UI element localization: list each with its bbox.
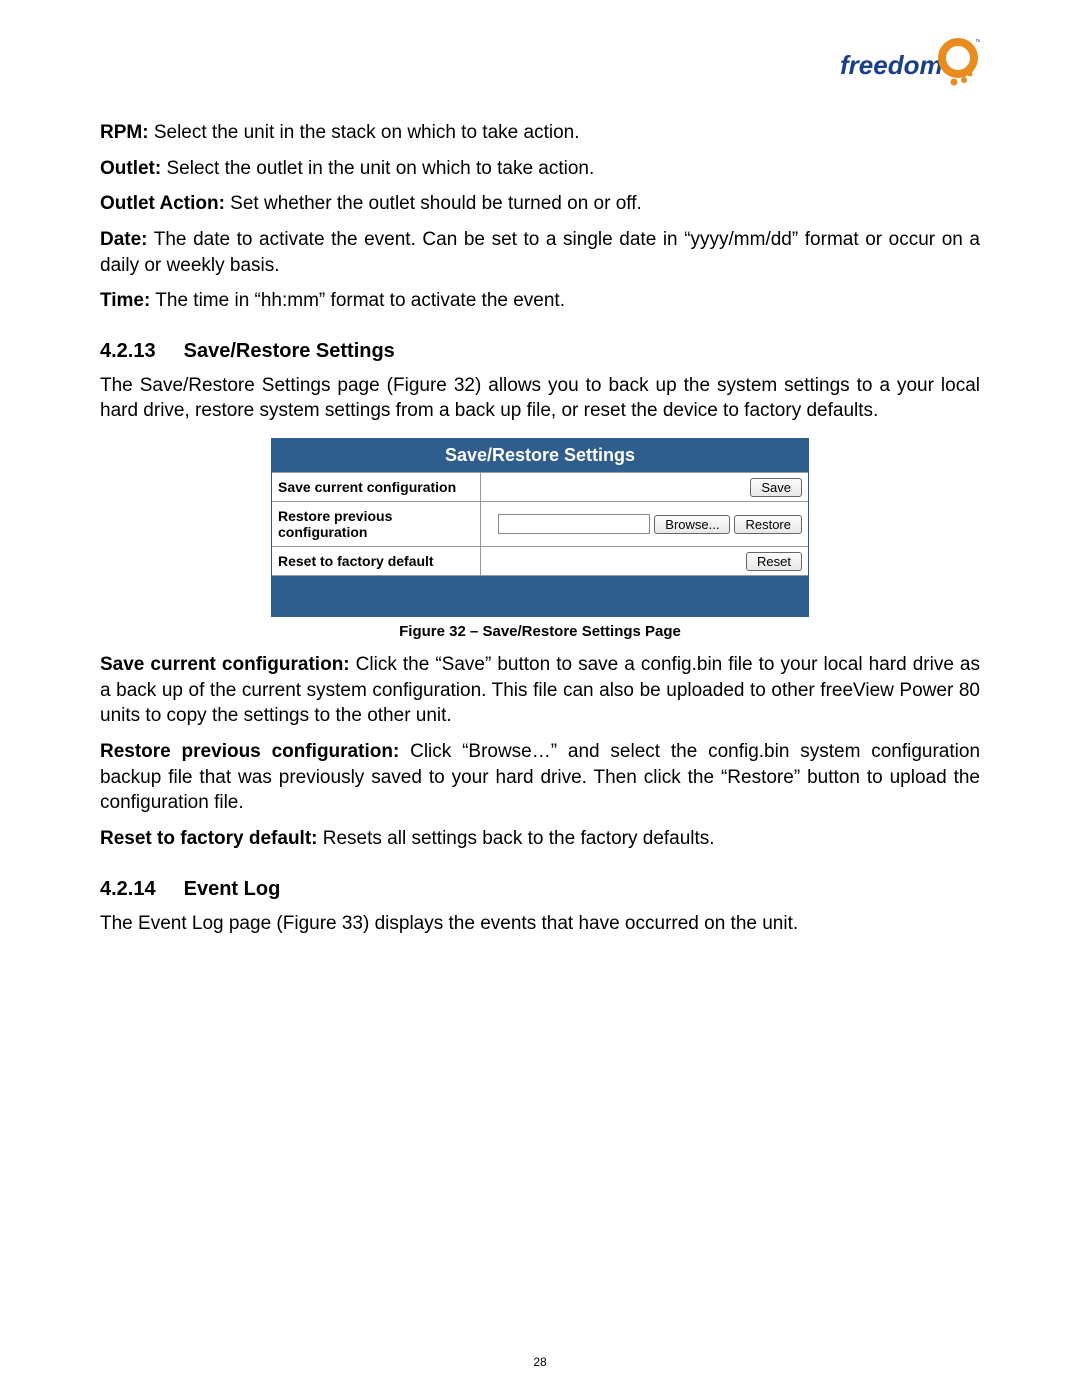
reset-button[interactable]: Reset	[746, 552, 802, 571]
row-reset-default: Reset to factory default Reset	[272, 546, 808, 575]
row-label: Reset to factory default	[272, 547, 481, 575]
section-number: 4.2.13	[100, 340, 156, 363]
restore-button[interactable]: Restore	[734, 515, 802, 534]
def-rpm: RPM: Select the unit in the stack on whi…	[100, 120, 980, 146]
section-number: 4.2.14	[100, 878, 156, 901]
section1-intro: The Save/Restore Settings page (Figure 3…	[100, 373, 980, 424]
post-save: Save current configuration: Click the “S…	[100, 652, 980, 729]
def-label: Outlet Action:	[100, 193, 225, 214]
file-path-input[interactable]	[498, 514, 650, 534]
section-heading-4-2-13: 4.2.13 Save/Restore Settings	[100, 340, 980, 363]
def-label: Restore previous configuration:	[100, 741, 399, 762]
figure-caption: Figure 32 – Save/Restore Settings Page	[100, 623, 980, 640]
def-label: Reset to factory default:	[100, 828, 317, 849]
def-text: The time in “hh:mm” format to activate t…	[150, 290, 565, 311]
browse-button[interactable]: Browse...	[654, 515, 730, 534]
def-label: RPM:	[100, 122, 149, 143]
logo-text: freedom	[840, 50, 943, 80]
post-restore: Restore previous configuration: Click “B…	[100, 739, 980, 816]
def-label: Outlet:	[100, 158, 161, 179]
svg-text:™: ™	[975, 39, 980, 46]
logo-ring-icon	[942, 42, 974, 74]
page-number: 28	[0, 1355, 1080, 1369]
figure-32: Save/Restore Settings Save current confi…	[100, 438, 980, 617]
save-button[interactable]: Save	[750, 478, 802, 497]
section-title: Event Log	[184, 878, 281, 900]
def-label: Date:	[100, 229, 148, 250]
row-restore-config: Restore previous configuration Browse...…	[272, 501, 808, 546]
settings-panel-header: Save/Restore Settings	[272, 439, 808, 472]
section2-intro: The Event Log page (Figure 33) displays …	[100, 911, 980, 937]
brand-logo: freedom ™	[840, 34, 980, 94]
def-outlet: Outlet: Select the outlet in the unit on…	[100, 156, 980, 182]
def-text: Resets all settings back to the factory …	[317, 828, 714, 849]
def-text: The date to activate the event. Can be s…	[100, 229, 980, 276]
def-time: Time: The time in “hh:mm” format to acti…	[100, 288, 980, 314]
section-heading-4-2-14: 4.2.14 Event Log	[100, 878, 980, 901]
def-text: Set whether the outlet should be turned …	[225, 193, 642, 214]
def-text: Select the unit in the stack on which to…	[149, 122, 580, 143]
row-save-config: Save current configuration Save	[272, 472, 808, 501]
panel-footer-bar	[272, 575, 808, 616]
row-label: Restore previous configuration	[272, 502, 481, 546]
def-text: Select the outlet in the unit on which t…	[161, 158, 594, 179]
section-title: Save/Restore Settings	[184, 340, 395, 362]
def-outlet-action: Outlet Action: Set whether the outlet sh…	[100, 191, 980, 217]
def-label: Save current configuration:	[100, 654, 350, 675]
def-date: Date: The date to activate the event. Ca…	[100, 227, 980, 278]
row-label: Save current configuration	[272, 473, 481, 501]
post-reset: Reset to factory default: Resets all set…	[100, 826, 980, 852]
def-label: Time:	[100, 290, 150, 311]
